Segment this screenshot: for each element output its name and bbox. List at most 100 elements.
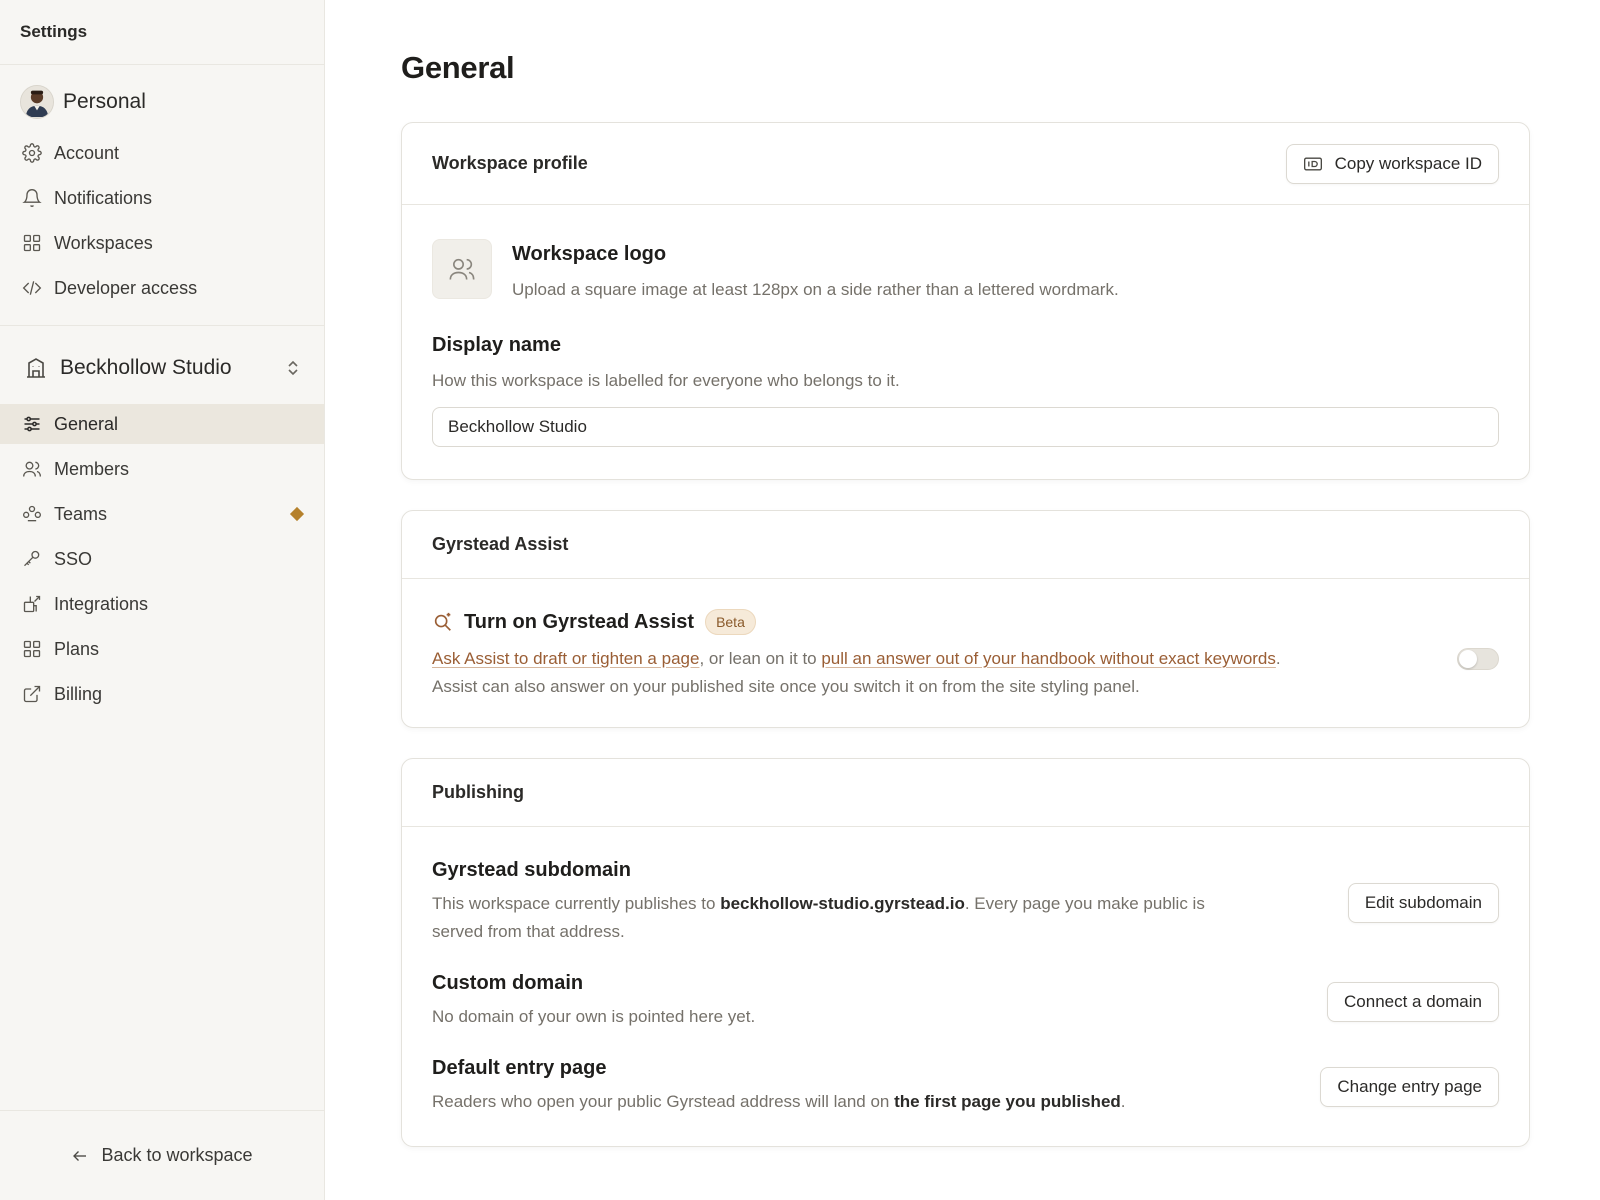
workspace-profile-card: Workspace profile Copy workspace ID Work… <box>401 122 1530 480</box>
grid-icon <box>22 233 42 253</box>
workspace-logo-text: Workspace logo Upload a square image at … <box>512 239 1119 304</box>
display-name-input[interactable] <box>432 407 1499 447</box>
sidebar-item-members[interactable]: Members <box>0 449 324 489</box>
entry-page-desc-before: Readers who open your public Gyrstead ad… <box>432 1092 895 1111</box>
entry-page-row: Default entry page Readers who open your… <box>432 1057 1499 1116</box>
sidebar-item-label: Developer access <box>54 277 198 298</box>
subdomain-desc-before: This workspace currently publishes to <box>432 894 721 913</box>
profile-label: Personal <box>63 90 146 113</box>
code-icon <box>22 278 42 298</box>
connect-domain-button[interactable]: Connect a domain <box>1327 981 1499 1022</box>
card-title: Publishing <box>432 782 524 802</box>
card-title: Gyrstead Assist <box>432 534 569 554</box>
subdomain-row: Gyrstead subdomain This workspace curren… <box>432 859 1499 946</box>
card-header: Gyrstead Assist <box>402 511 1529 579</box>
assist-toggle[interactable] <box>1457 648 1499 670</box>
key-icon <box>22 549 42 569</box>
change-entry-page-button[interactable]: Change entry page <box>1320 1066 1499 1107</box>
entry-page-desc: Readers who open your public Gyrstead ad… <box>432 1088 1292 1116</box>
building-icon <box>24 356 48 380</box>
personal-section: Personal Account Notifications Workspace… <box>0 65 324 326</box>
toggle-knob <box>1459 650 1477 668</box>
sidebar: Settings Personal Account Notifications … <box>0 0 325 1200</box>
publishing-card: Publishing Gyrstead subdomain This works… <box>401 758 1530 1147</box>
main-content: General Workspace profile Copy workspace… <box>325 0 1600 1200</box>
sidebar-item-label: Billing <box>54 683 103 704</box>
workspace-switcher[interactable]: Beckhollow Studio <box>0 346 324 390</box>
sidebar-item-label: Notifications <box>54 187 153 208</box>
sidebar-item-sso[interactable]: SSO <box>0 539 324 579</box>
sidebar-item-label: Members <box>54 458 130 479</box>
assist-text-1: , or lean on it to <box>699 649 822 668</box>
sidebar-item-general[interactable]: General <box>0 404 324 444</box>
edit-subdomain-button[interactable]: Edit subdomain <box>1347 882 1499 923</box>
sidebar-item-label: Teams <box>54 503 108 524</box>
workspace-logo-title: Workspace logo <box>512 243 667 265</box>
copy-workspace-id-button[interactable]: Copy workspace ID <box>1285 143 1499 184</box>
integrations-icon <box>22 594 42 614</box>
sidebar-item-account[interactable]: Account <box>0 133 324 173</box>
settings-app: Settings Personal Account Notifications … <box>0 0 1600 1200</box>
assist-body: Ask Assist to draft or tighten a page, o… <box>432 645 1499 701</box>
teams-icon <box>22 504 42 524</box>
sidebar-item-workspaces[interactable]: Workspaces <box>0 223 324 263</box>
grid-icon <box>22 639 42 659</box>
back-to-workspace-link[interactable]: Back to workspace <box>0 1110 324 1200</box>
card-body: Workspace logo Upload a square image at … <box>402 205 1529 479</box>
search-sparkle-icon <box>432 611 454 633</box>
card-title: Workspace profile <box>432 153 588 173</box>
bell-icon <box>22 188 42 208</box>
workspace-logo-upload[interactable] <box>432 239 492 299</box>
beta-badge: Beta <box>705 609 756 635</box>
upgrade-diamond-icon <box>289 506 305 522</box>
subdomain-text: Gyrstead subdomain This workspace curren… <box>432 859 1252 946</box>
entry-page-desc-after: . <box>1120 1092 1126 1111</box>
custom-domain-text: Custom domain No domain of your own is p… <box>432 972 1252 1031</box>
page-title: General <box>401 50 515 85</box>
card-header: Publishing <box>402 759 1529 827</box>
card-body: Gyrstead subdomain This workspace curren… <box>402 827 1529 1146</box>
sidebar-item-label: Plans <box>54 638 100 659</box>
sidebar-item-label: SSO <box>54 548 93 569</box>
entry-page-value: the first page you published <box>894 1092 1121 1111</box>
sidebar-item-notifications[interactable]: Notifications <box>0 178 324 218</box>
sidebar-item-teams[interactable]: Teams <box>0 494 324 534</box>
id-card-icon <box>1303 156 1323 172</box>
display-name-desc: How this workspace is labelled for every… <box>432 371 900 390</box>
sidebar-item-integrations[interactable]: Integrations <box>0 584 324 624</box>
workspace-name: Beckhollow Studio <box>60 356 232 379</box>
assist-toggle-title: Turn on Gyrstead Assist <box>464 610 695 633</box>
sidebar-item-developer-access[interactable]: Developer access <box>0 268 324 308</box>
chevron-up-down-icon <box>286 359 300 377</box>
workspace-logo-desc: Upload a square image at least 128px on … <box>512 280 1119 299</box>
back-to-workspace-label: Back to workspace <box>101 1145 253 1165</box>
custom-domain-title: Custom domain <box>432 972 584 994</box>
entry-page-title: Default entry page <box>432 1057 607 1079</box>
sliders-icon <box>22 414 42 434</box>
display-name-title: Display name <box>432 334 561 356</box>
sidebar-item-label: Workspaces <box>54 232 153 253</box>
sidebar-item-label: Integrations <box>54 593 149 614</box>
card-body: Turn on Gyrstead Assist Beta Ask Assist … <box>402 579 1529 727</box>
users-icon <box>448 255 476 283</box>
custom-domain-row: Custom domain No domain of your own is p… <box>432 972 1499 1031</box>
external-link-icon <box>22 684 42 704</box>
assist-handbook-link[interactable]: pull an answer out of your handbook with… <box>821 649 1276 668</box>
gyrstead-assist-card: Gyrstead Assist Turn on Gyrstead Assist … <box>401 510 1530 728</box>
entry-page-text: Default entry page Readers who open your… <box>432 1057 1292 1116</box>
profile-row[interactable]: Personal <box>0 83 324 121</box>
card-header: Workspace profile Copy workspace ID <box>402 123 1529 205</box>
assist-description: Ask Assist to draft or tighten a page, o… <box>432 645 1282 701</box>
sidebar-item-label: General <box>54 413 119 434</box>
users-icon <box>22 459 42 479</box>
avatar <box>20 85 54 119</box>
sidebar-item-label: Account <box>54 142 120 163</box>
assist-draft-link[interactable]: Ask Assist to draft or tighten a page <box>432 649 699 668</box>
subdomain-desc: This workspace currently publishes to be… <box>432 890 1252 946</box>
workspace-logo-row: Workspace logo Upload a square image at … <box>432 239 1499 304</box>
workspace-section: Beckhollow Studio General Members Teams … <box>0 326 324 731</box>
sidebar-header: Settings <box>0 0 324 65</box>
subdomain-value: beckhollow-studio.gyrstead.io <box>720 894 965 913</box>
sidebar-item-billing[interactable]: Billing <box>0 674 324 714</box>
sidebar-item-plans[interactable]: Plans <box>0 629 324 669</box>
